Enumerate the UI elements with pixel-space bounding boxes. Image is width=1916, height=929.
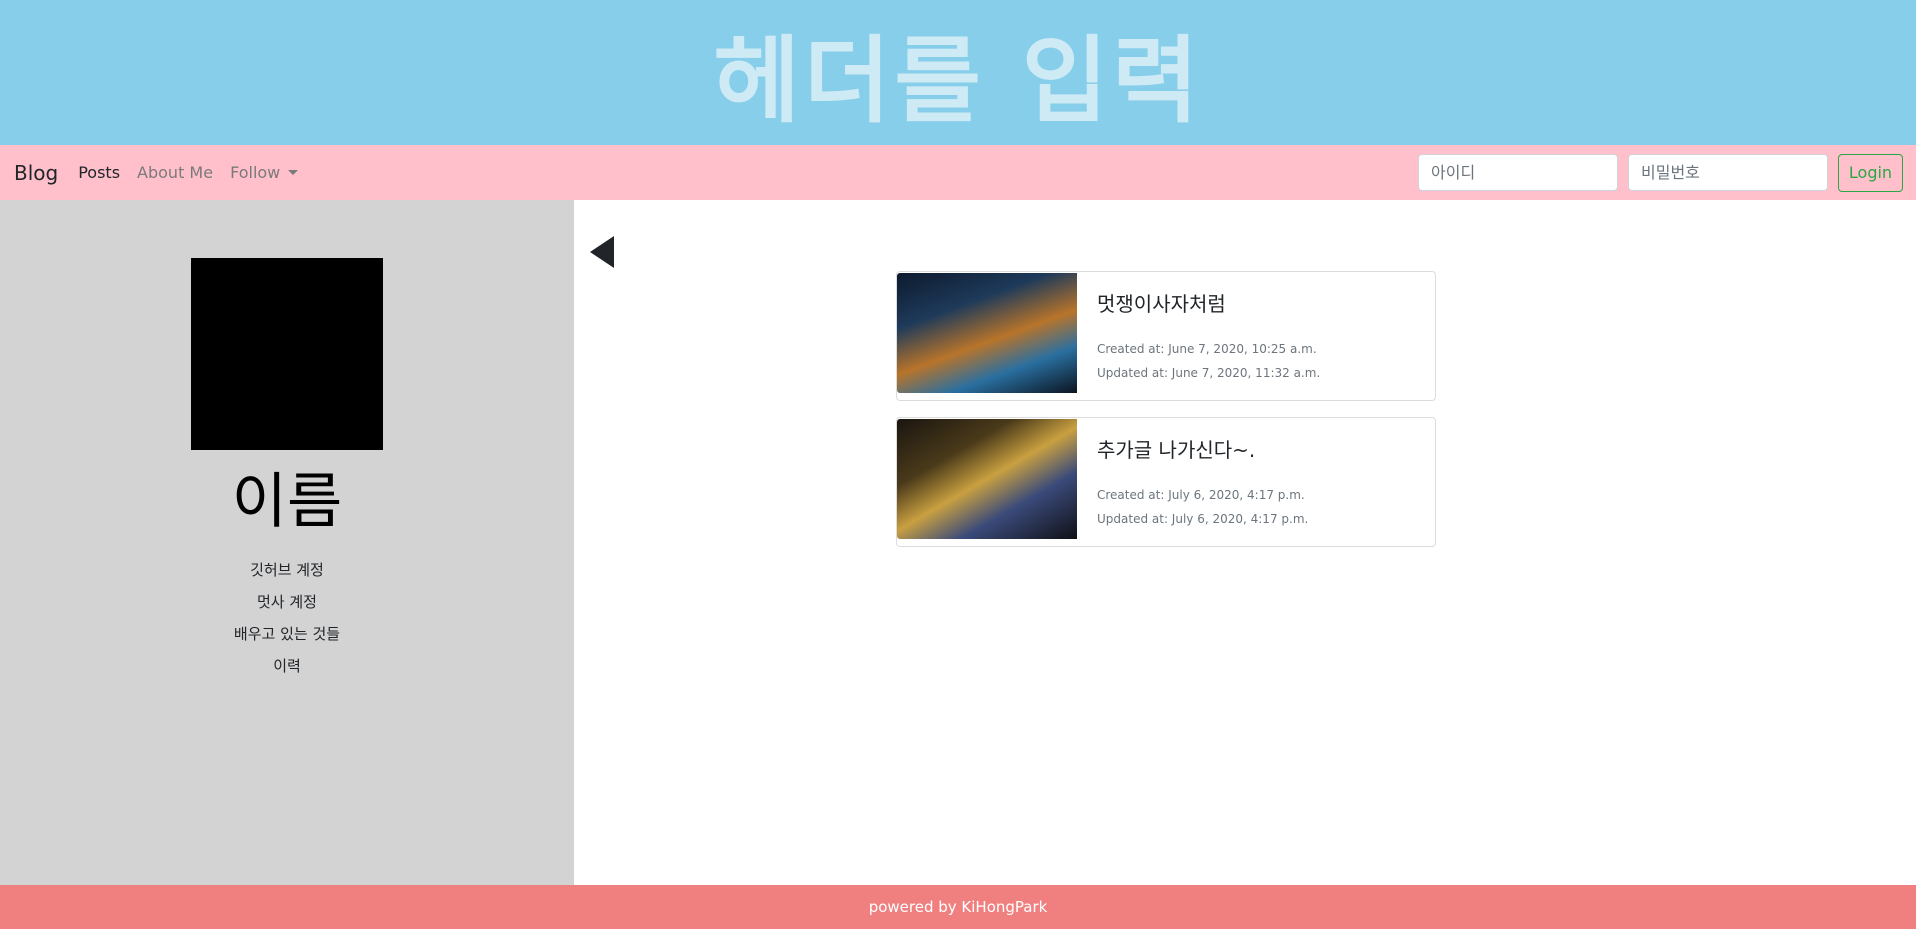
content-area: 이름 깃허브 계정 멋사 계정 배우고 있는 것들 이력 멋쟁이사자처럼 Cre… (0, 200, 1916, 885)
footer-text: powered by KiHongPark (868, 898, 1048, 916)
brand-link[interactable]: Blog (14, 161, 58, 185)
password-input[interactable] (1628, 154, 1828, 191)
avatar (191, 258, 383, 450)
profile-link-github[interactable]: 깃허브 계정 (234, 554, 340, 586)
profile-link-likelion[interactable]: 멋사 계정 (234, 586, 340, 618)
page-footer: powered by KiHongPark (0, 885, 1916, 929)
post-thumbnail (897, 273, 1077, 393)
page-header: 헤더를 입력 (0, 0, 1916, 145)
login-button[interactable]: Login (1838, 153, 1903, 192)
profile-links: 깃허브 계정 멋사 계정 배우고 있는 것들 이력 (234, 554, 340, 682)
nav-about-me[interactable]: About Me (137, 163, 213, 182)
post-card[interactable]: 추가글 나가신다~. Created at: July 6, 2020, 4:1… (896, 417, 1436, 547)
nav-posts[interactable]: Posts (78, 163, 120, 182)
post-updated-at: Updated at: June 7, 2020, 11:32 a.m. (1097, 366, 1321, 380)
post-title: 멋쟁이사자처럼 (1097, 292, 1226, 316)
post-card-body: 추가글 나가신다~. Created at: July 6, 2020, 4:1… (1077, 418, 1328, 546)
back-arrow-icon[interactable] (590, 236, 614, 268)
post-card-body: 멋쟁이사자처럼 Created at: June 7, 2020, 10:25 … (1077, 272, 1340, 400)
post-thumbnail (897, 419, 1077, 539)
profile-name: 이름 (231, 467, 343, 537)
post-updated-at: Updated at: July 6, 2020, 4:17 p.m. (1097, 512, 1309, 526)
header-title: 헤더를 입력 (713, 26, 1203, 136)
profile-link-history[interactable]: 이력 (234, 650, 340, 682)
main-content: 멋쟁이사자처럼 Created at: June 7, 2020, 10:25 … (574, 200, 1916, 885)
nav-follow-label: Follow (230, 163, 281, 182)
nav-follow-dropdown[interactable]: Follow (230, 163, 299, 182)
profile-sidebar: 이름 깃허브 계정 멋사 계정 배우고 있는 것들 이력 (0, 200, 574, 885)
caret-down-icon (288, 170, 299, 175)
post-created-at: Created at: July 6, 2020, 4:17 p.m. (1097, 488, 1305, 502)
profile-link-learning[interactable]: 배우고 있는 것들 (234, 618, 340, 650)
username-input[interactable] (1418, 154, 1618, 191)
navbar: Blog Posts About Me Follow Login (0, 145, 1916, 200)
post-title: 추가글 나가신다~. (1097, 438, 1256, 462)
post-card[interactable]: 멋쟁이사자처럼 Created at: June 7, 2020, 10:25 … (896, 271, 1436, 401)
post-list: 멋쟁이사자처럼 Created at: June 7, 2020, 10:25 … (896, 271, 1436, 563)
login-form: Login (1418, 153, 1903, 192)
post-created-at: Created at: June 7, 2020, 10:25 a.m. (1097, 342, 1317, 356)
